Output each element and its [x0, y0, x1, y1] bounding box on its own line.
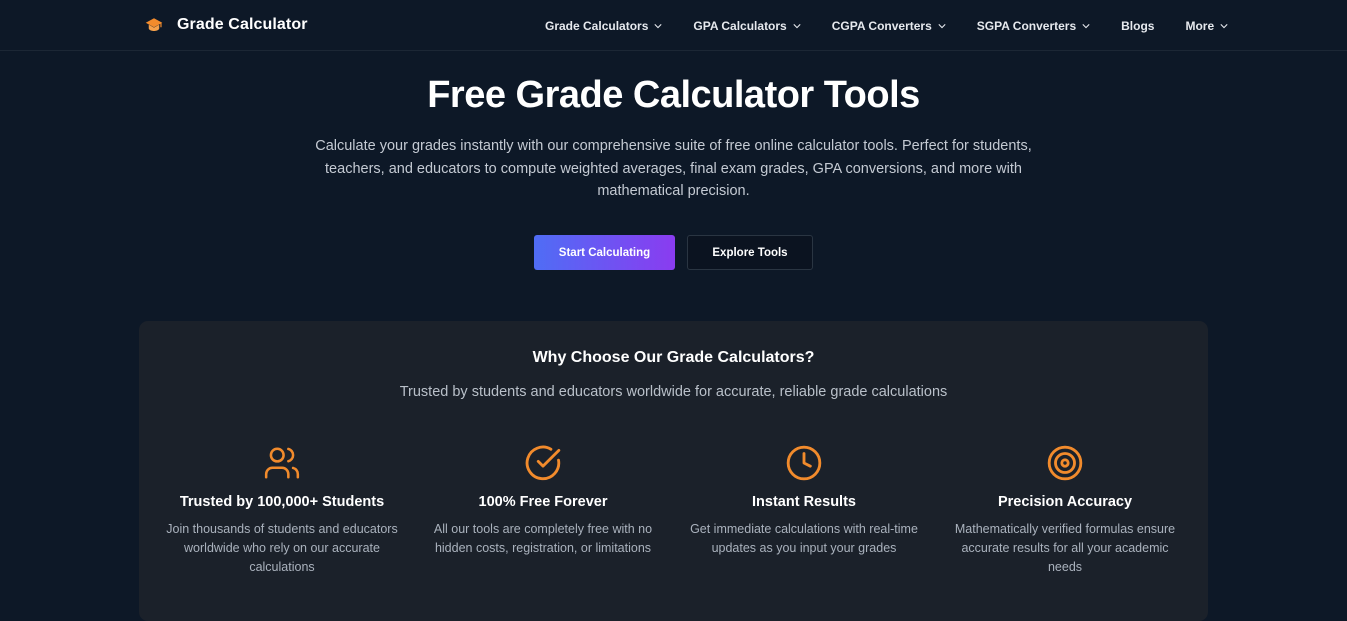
- chevron-down-icon: [793, 24, 801, 29]
- hero-description: Calculate your grades instantly with our…: [315, 138, 1032, 199]
- brand-logo-link[interactable]: Grade Calculator: [145, 12, 308, 38]
- nav-item-cgpa-converters[interactable]: CGPA Converters: [832, 16, 946, 36]
- brand-name: Grade Calculator: [177, 16, 308, 33]
- nav-item-label: SGPA Converters: [976, 19, 1077, 33]
- nav-item-label: More: [1185, 19, 1215, 33]
- feature-description: Mathematically verified formulas ensure …: [954, 522, 1176, 574]
- start-calculating-button[interactable]: Start Calculating: [534, 235, 675, 270]
- nav-item-grade-calculators[interactable]: Grade Calculators: [545, 16, 662, 36]
- features-title: Why Choose Our Grade Calculators?: [532, 349, 815, 366]
- feature-card: 100% Free Forever All our tools are comp…: [412, 444, 674, 558]
- nav-item-label: Blogs: [1121, 19, 1155, 33]
- feature-card: Trusted by 100,000+ Students Join thousa…: [151, 444, 413, 577]
- check-circle-icon: [525, 445, 561, 481]
- graduation-cap-icon: [145, 18, 163, 31]
- nav-item-label: Grade Calculators: [545, 19, 649, 33]
- chevron-down-icon: [1220, 24, 1228, 29]
- feature-card: Instant Results Get immediate calculatio…: [673, 444, 935, 558]
- nav-item-gpa-calculators[interactable]: GPA Calculators: [693, 16, 801, 36]
- feature-description: Get immediate calculations with real-tim…: [690, 522, 918, 555]
- feature-title: Instant Results: [752, 494, 856, 510]
- feature-card: Precision Accuracy Mathematically verifi…: [934, 444, 1196, 577]
- nav-item-label: GPA Calculators: [693, 19, 787, 33]
- feature-title: 100% Free Forever: [478, 494, 608, 510]
- feature-title: Precision Accuracy: [997, 494, 1133, 510]
- target-icon: [1047, 445, 1083, 481]
- nav-item-label: CGPA Converters: [831, 19, 932, 33]
- explore-tools-button[interactable]: Explore Tools: [687, 235, 813, 270]
- nav-item-blogs[interactable]: Blogs: [1121, 16, 1154, 36]
- users-icon: [264, 447, 300, 479]
- why-choose-panel: Why Choose Our Grade Calculators? Truste…: [139, 321, 1208, 621]
- feature-description: Join thousands of students and educators…: [166, 522, 398, 574]
- features-subtitle: Trusted by students and educators worldw…: [399, 384, 948, 400]
- clock-icon: [786, 445, 822, 481]
- main-nav: Grade Calculators GPA Calculators CGPA C…: [545, 16, 1228, 36]
- nav-item-more[interactable]: More: [1185, 16, 1228, 36]
- top-navbar: Grade Calculator Grade Calculators GPA C…: [0, 0, 1347, 51]
- hero-title: Free Grade Calculator Tools: [427, 74, 920, 116]
- chevron-down-icon: [938, 24, 946, 29]
- chevron-down-icon: [1082, 24, 1090, 29]
- feature-title: Trusted by 100,000+ Students: [179, 494, 385, 510]
- chevron-down-icon: [654, 24, 662, 29]
- nav-item-sgpa-converters[interactable]: SGPA Converters: [977, 16, 1090, 36]
- feature-description: All our tools are completely free with n…: [433, 522, 653, 555]
